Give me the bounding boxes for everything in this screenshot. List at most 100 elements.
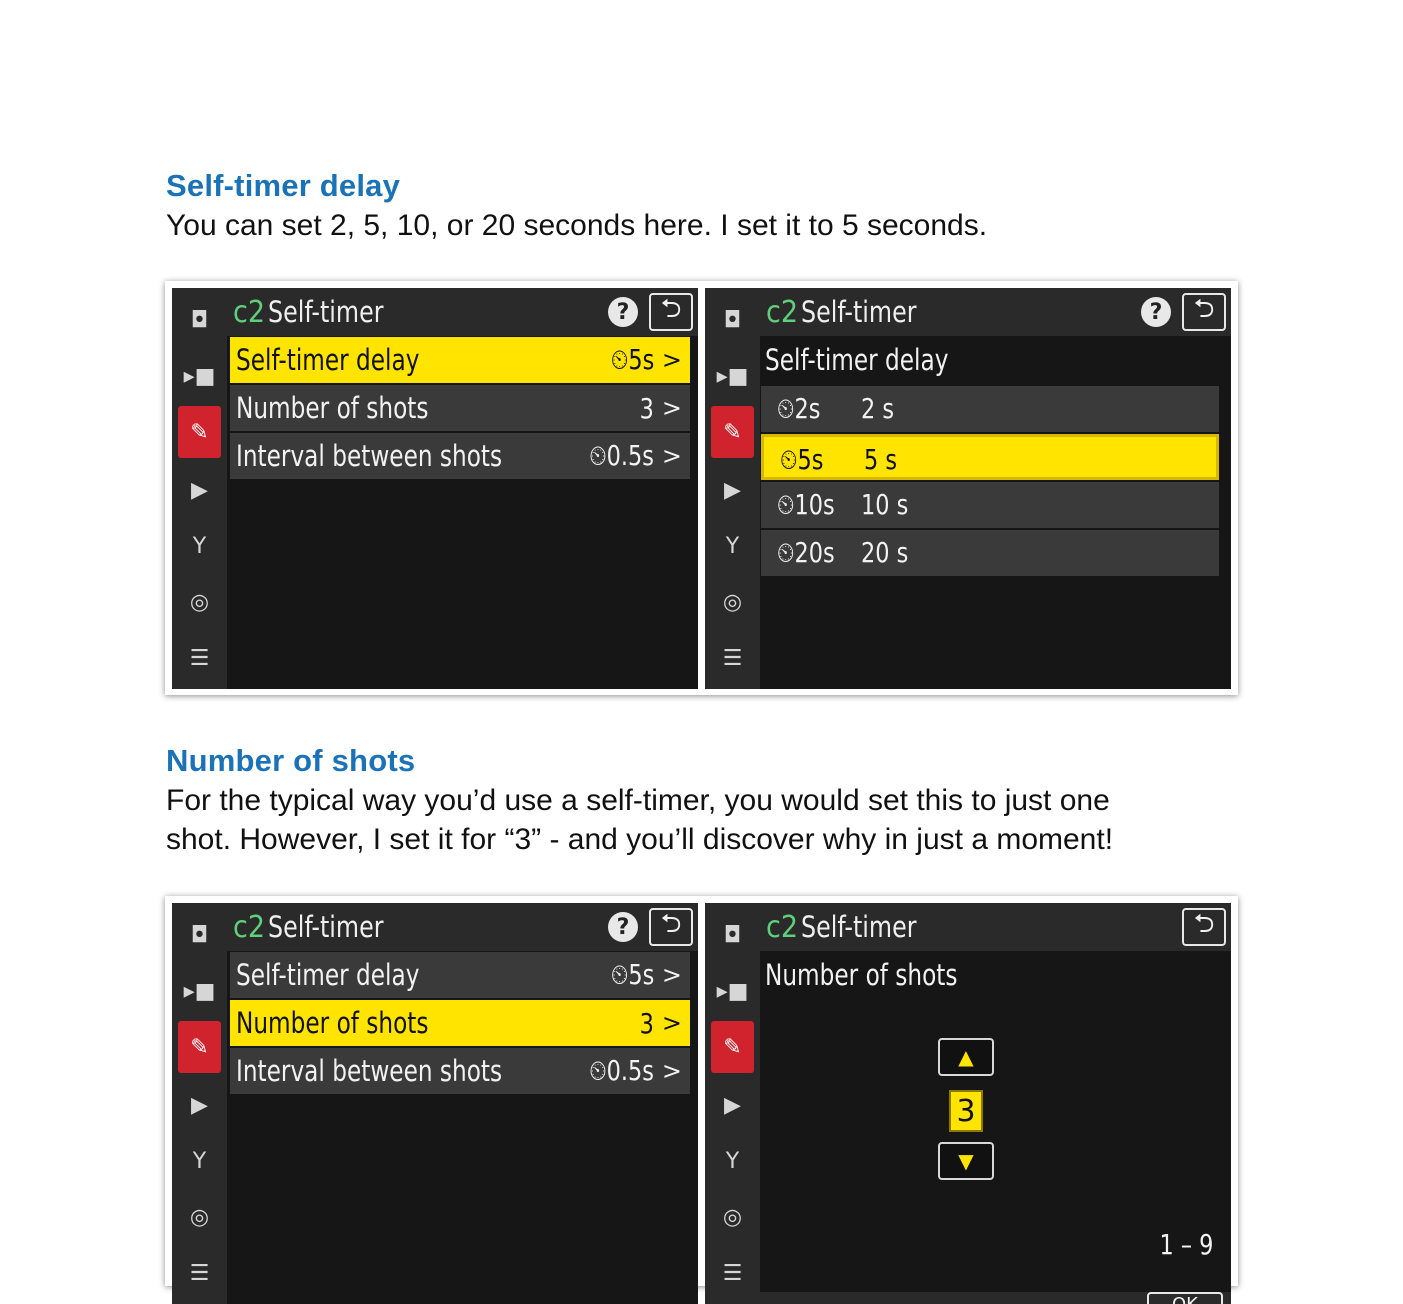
chevron-right-icon: >: [661, 346, 682, 374]
movie-camera-icon[interactable]: ▸■: [178, 969, 221, 1013]
option-10s[interactable]: ⏲10s 10 s: [761, 482, 1219, 528]
camera-screen-number-of-shots: ◘ ▸■ ✎ ▶ Y ◎ ☰ c2 Self-timer ⮌ Number of…: [705, 903, 1231, 1304]
option-label: 10 s: [861, 488, 909, 521]
menu-item-self-timer-delay[interactable]: Self-timer delay ⏲5s >: [230, 337, 690, 383]
submenu-heading: Number of shots: [765, 958, 958, 992]
option-label: 5 s: [864, 443, 898, 476]
timer-icon: ⏲5s: [780, 443, 824, 476]
menu-item-interval-between-shots[interactable]: Interval between shots ⏲0.5s >: [230, 1048, 690, 1094]
menu-item-label: Interval between shots: [236, 439, 503, 473]
menu-item-label: Number of shots: [236, 1006, 429, 1040]
wrench-icon[interactable]: Y: [178, 524, 221, 568]
playback-icon[interactable]: ▶: [178, 468, 221, 512]
help-icon[interactable]: ?: [608, 912, 638, 942]
menu-code: c2: [233, 909, 266, 945]
decrement-button[interactable]: ▼: [938, 1142, 994, 1180]
option-5s[interactable]: ⏲5s 5 s: [761, 434, 1219, 480]
movie-camera-icon[interactable]: ▸■: [711, 354, 754, 398]
chevron-right-icon: >: [661, 961, 682, 989]
playback-icon[interactable]: ▶: [711, 468, 754, 512]
menu-item-value: 3: [639, 1006, 654, 1040]
back-icon[interactable]: ⮌: [1182, 293, 1226, 331]
menu-sidebar: ◘ ▸■ ✎ ▶ Y ◎ ☰: [705, 288, 760, 689]
wrench-icon[interactable]: Y: [711, 1139, 754, 1183]
timer-icon: ⏲10s: [777, 488, 835, 521]
menu-item-number-of-shots[interactable]: Number of shots 3 >: [230, 385, 690, 431]
menu-titlebar: c2 Self-timer ? ⮌: [227, 903, 698, 951]
menu-sidebar: ◘ ▸■ ✎ ▶ Y ◎ ☰: [705, 903, 760, 1304]
section-heading-self-timer-delay: Self-timer delay: [166, 168, 401, 203]
menu-sidebar: ◘ ▸■ ✎ ▶ Y ◎ ☰: [172, 903, 227, 1304]
value-range: 1 – 9: [1159, 1228, 1213, 1261]
camera-screen-delay-options: ◘ ▸■ ✎ ▶ Y ◎ ☰ c2 Self-timer ? ⮌ Self-ti…: [705, 288, 1231, 689]
my-menu-icon[interactable]: ☰: [711, 636, 754, 680]
network-icon[interactable]: ◎: [711, 580, 754, 624]
ok-button[interactable]: OK: [1147, 1292, 1223, 1304]
increment-button[interactable]: ▲: [938, 1038, 994, 1076]
chevron-right-icon: >: [661, 1009, 682, 1037]
playback-icon[interactable]: ▶: [711, 1083, 754, 1127]
menu-item-interval-between-shots[interactable]: Interval between shots ⏲0.5s >: [230, 433, 690, 479]
arrow-down-icon: ▼: [958, 1149, 974, 1173]
menu-title: Self-timer: [268, 910, 384, 944]
screenshot-strip-2: ◘ ▸■ ✎ ▶ Y ◎ ☰ c2 Self-timer ? ⮌ Self-ti…: [165, 896, 1238, 1304]
my-menu-icon[interactable]: ☰: [178, 636, 221, 680]
menu-item-value: ⏲0.5s: [589, 1054, 654, 1087]
screenshot-strip-1: ◘ ▸■ ✎ ▶ Y ◎ ☰ c2 Self-timer ? ⮌ Self-ti…: [165, 281, 1238, 695]
network-icon[interactable]: ◎: [178, 1195, 221, 1239]
chevron-right-icon: >: [661, 394, 682, 422]
menu-item-self-timer-delay[interactable]: Self-timer delay ⏲5s >: [230, 952, 690, 998]
pencil-icon[interactable]: ✎: [711, 1021, 754, 1073]
menu-titlebar: c2 Self-timer ⮌: [760, 903, 1231, 951]
menu-title: Self-timer: [801, 295, 917, 329]
help-icon[interactable]: ?: [608, 297, 638, 327]
chevron-right-icon: >: [661, 1057, 682, 1085]
help-icon[interactable]: ?: [1141, 297, 1171, 327]
menu-titlebar: c2 Self-timer ? ⮌: [227, 288, 698, 336]
menu-item-value: ⏲5s: [610, 958, 654, 991]
menu-item-value: ⏲5s: [610, 343, 654, 376]
playback-icon[interactable]: ▶: [178, 1083, 221, 1127]
shots-value[interactable]: 3: [949, 1090, 983, 1132]
menu-code: c2: [766, 294, 799, 330]
camera-icon[interactable]: ◘: [711, 913, 754, 957]
camera-screen-menu: ◘ ▸■ ✎ ▶ Y ◎ ☰ c2 Self-timer ? ⮌ Self-ti…: [172, 903, 698, 1304]
back-icon[interactable]: ⮌: [1182, 908, 1226, 946]
timer-icon: ⏲2s: [777, 392, 821, 425]
menu-code: c2: [766, 909, 799, 945]
camera-screen-menu: ◘ ▸■ ✎ ▶ Y ◎ ☰ c2 Self-timer ? ⮌ Self-ti…: [172, 288, 698, 689]
option-2s[interactable]: ⏲2s 2 s: [761, 386, 1219, 432]
network-icon[interactable]: ◎: [711, 1195, 754, 1239]
menu-item-label: Self-timer delay: [236, 958, 420, 992]
network-icon[interactable]: ◎: [178, 580, 221, 624]
option-label: 2 s: [861, 392, 895, 425]
wrench-icon[interactable]: Y: [711, 524, 754, 568]
pencil-icon[interactable]: ✎: [711, 406, 754, 458]
section-text-number-of-shots-line2: shot. However, I set it for “3” - and yo…: [166, 823, 1114, 856]
menu-code: c2: [233, 294, 266, 330]
camera-icon[interactable]: ◘: [178, 298, 221, 342]
wrench-icon[interactable]: Y: [178, 1139, 221, 1183]
menu-title: Self-timer: [268, 295, 384, 329]
menu-item-label: Number of shots: [236, 391, 429, 425]
my-menu-icon[interactable]: ☰: [711, 1251, 754, 1295]
option-label: 20 s: [861, 536, 909, 569]
my-menu-icon[interactable]: ☰: [178, 1251, 221, 1295]
back-icon[interactable]: ⮌: [649, 293, 693, 331]
section-heading-number-of-shots: Number of shots: [166, 743, 416, 778]
timer-icon: ⏲20s: [777, 536, 835, 569]
option-20s[interactable]: ⏲20s 20 s: [761, 530, 1219, 576]
camera-icon[interactable]: ◘: [178, 913, 221, 957]
back-icon[interactable]: ⮌: [649, 908, 693, 946]
menu-item-number-of-shots[interactable]: Number of shots 3 >: [230, 1000, 690, 1046]
arrow-up-icon: ▲: [958, 1045, 974, 1069]
menu-sidebar: ◘ ▸■ ✎ ▶ Y ◎ ☰: [172, 288, 227, 689]
section-text-number-of-shots-line1: For the typical way you’d use a self-tim…: [166, 784, 1110, 817]
camera-icon[interactable]: ◘: [711, 298, 754, 342]
pencil-icon[interactable]: ✎: [178, 1021, 221, 1073]
movie-camera-icon[interactable]: ▸■: [711, 969, 754, 1013]
section-text-self-timer-delay: You can set 2, 5, 10, or 20 seconds here…: [166, 209, 988, 242]
movie-camera-icon[interactable]: ▸■: [178, 354, 221, 398]
pencil-icon[interactable]: ✎: [178, 406, 221, 458]
menu-item-value: ⏲0.5s: [589, 439, 654, 472]
